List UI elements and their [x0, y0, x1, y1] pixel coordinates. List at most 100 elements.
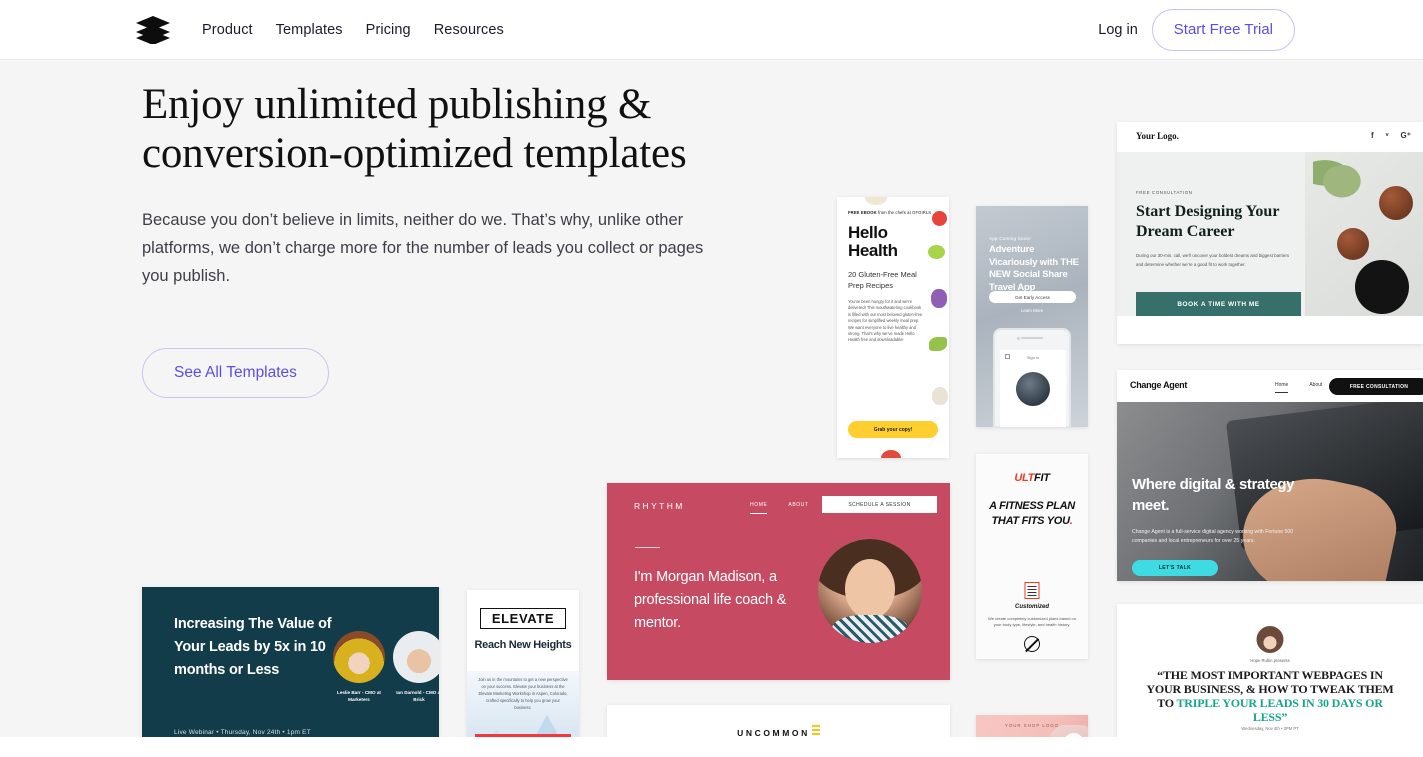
grapes-icon: [931, 289, 947, 308]
change-body: Change Agent is a full-service digital a…: [1132, 529, 1294, 544]
change-nav-about[interactable]: About: [1309, 382, 1322, 393]
template-card-uncommon-ramen[interactable]: UNCOMMON RAMEN ENTER FOR A CONTEST ENDS …: [607, 705, 950, 737]
change-agent-logo: Change Agent: [1130, 380, 1188, 390]
template-card-dream-career[interactable]: Your Logo. f ᵛ G⁺ FREE CONSULTATION Star…: [1117, 122, 1423, 344]
webinar-meta: Live Webinar • Thursday, Nov 24th • 1pm …: [174, 729, 311, 736]
pepper-icon: [929, 337, 947, 351]
avatar: [393, 631, 439, 683]
change-topbar: Change Agent Home About Team Contact FRE…: [1117, 370, 1423, 402]
nav-item-templates[interactable]: Templates: [276, 21, 343, 39]
career-kicker: FREE CONSULTATION: [1136, 190, 1193, 195]
ultfit-logo-first: ULT: [1014, 472, 1035, 484]
phone-notch-icon: [1021, 337, 1043, 339]
rhythm-nav-home[interactable]: HOME: [750, 502, 768, 514]
apple-icon: [932, 211, 947, 226]
template-card-travel-app[interactable]: App Coming Soon! Adventure Vicariously w…: [976, 206, 1088, 427]
rhythm-headline: I'm Morgan Madison, a professional life …: [634, 569, 787, 631]
pages-headline: “THE MOST IMPORTANT WEBPAGES IN YOUR BUS…: [1145, 668, 1395, 724]
document-icon: [1024, 582, 1040, 599]
no-symbol-icon: [1024, 636, 1040, 652]
pages-presenter: Hope Rubin presents: [1250, 658, 1290, 663]
travel-learn-more-link[interactable]: Learn More: [976, 308, 1088, 313]
ultfit-logo: ULTFIT: [976, 472, 1088, 484]
bowl-graphic: [1379, 186, 1413, 220]
change-consultation-button[interactable]: FREE CONSULTATION: [1329, 378, 1423, 395]
webinar-speaker-2: Ian Darnold - CMO at Brick: [393, 631, 439, 703]
plant-graphic: [1313, 156, 1371, 198]
dark-circle-graphic: [1355, 260, 1409, 314]
nav-item-pricing[interactable]: Pricing: [366, 21, 411, 39]
rhythm-logo: RHYTHM: [634, 501, 685, 511]
travel-title: Adventure Vicariously with THE NEW Socia…: [989, 244, 1079, 293]
facebook-icon[interactable]: f: [1371, 131, 1374, 140]
phone-mockup: Sign in: [993, 328, 1071, 427]
change-nav-home[interactable]: Home: [1275, 382, 1289, 393]
template-card-important-webpages[interactable]: Hope Rubin presents “THE MOST IMPORTANT …: [1117, 604, 1423, 737]
noodle-icon: [811, 725, 820, 737]
health-body: You’ve been hungry for it and we’re deli…: [848, 299, 923, 343]
header-actions: Log in Start Free Trial: [1098, 9, 1295, 51]
webinar-speaker-1: Leslie Barr - CMO at Marketers: [333, 631, 385, 703]
template-card-ult-fit[interactable]: ULTFIT A FITNESS PLAN THAT FITS YOU. Cus…: [976, 454, 1088, 659]
login-link[interactable]: Log in: [1098, 22, 1138, 38]
ultfit-feature-body: We create completely customized plans ba…: [988, 616, 1076, 627]
rhythm-portrait: [818, 539, 922, 643]
template-card-hello-health[interactable]: FREE EBOOK from the chefs at GFGIRLS Hel…: [837, 197, 949, 458]
elevate-headline: Reach New Heights: [474, 639, 572, 651]
ultfit-feature-title: Customized: [1014, 604, 1049, 610]
see-all-templates-button[interactable]: See All Templates: [142, 348, 329, 398]
ultfit-headline-text: A FITNESS PLAN THAT FITS YOU: [989, 500, 1075, 527]
template-card-rhythm[interactable]: RHYTHM HOME ABOUT SERVICES CONTACT SCHED…: [607, 483, 950, 680]
template-card-elevate[interactable]: ELEVATE Reach New Heights Join us in the…: [467, 590, 579, 737]
google-plus-icon[interactable]: G⁺: [1401, 131, 1411, 140]
change-headline: Where digital & strategy meet.: [1132, 476, 1295, 514]
career-logo: Your Logo.: [1136, 131, 1179, 141]
change-hero: Where digital & strategy meet. Change Ag…: [1117, 402, 1423, 581]
rhythm-divider: [635, 547, 660, 548]
elevate-logo: ELEVATE: [480, 608, 566, 629]
garlic-icon: [932, 387, 948, 405]
webinar-speaker-2-caption: Ian Darnold - CMO at Brick: [396, 690, 439, 702]
hero-section: Enjoy unlimited publishing & conversion-…: [0, 60, 1423, 737]
twitter-icon[interactable]: ᵛ: [1386, 131, 1389, 140]
ramen-logo-line1: UNCOMMON: [737, 728, 810, 737]
template-card-change-agent[interactable]: Change Agent Home About Team Contact FRE…: [1117, 370, 1423, 581]
pages-date: Wednesday, Nov 4th • 3PM PT: [1241, 726, 1299, 731]
layers-logo[interactable]: [136, 16, 170, 45]
hero-subtitle: Because you don’t believe in limits, nei…: [142, 211, 704, 285]
change-cta-button[interactable]: LET'S TALK: [1132, 560, 1218, 576]
rhythm-nav-about[interactable]: ABOUT: [788, 502, 808, 514]
primary-nav: Product Templates Pricing Resources: [202, 21, 504, 39]
nav-item-product[interactable]: Product: [202, 21, 253, 39]
career-hero: FREE CONSULTATION Start Designing Your D…: [1117, 152, 1423, 316]
onion-icon: [865, 197, 887, 205]
travel-cta-button[interactable]: Get Early Access: [989, 291, 1076, 303]
career-headline: Start Designing Your Dream Career: [1136, 203, 1280, 240]
avatar: [1256, 626, 1284, 653]
elevate-cta-button[interactable]: RESERVE MY SPOT: [475, 734, 571, 737]
health-cta-button[interactable]: Grab your copy!: [848, 421, 938, 438]
template-card-webinar-leads[interactable]: Increasing The Value of Your Leads by 5x…: [142, 587, 439, 737]
lime-icon: [928, 245, 945, 259]
hero-copy: Enjoy unlimited publishing & conversion-…: [142, 80, 762, 398]
career-body: During our 30-min. call, we’ll uncover y…: [1136, 253, 1290, 267]
career-topbar: Your Logo. f ᵛ G⁺: [1117, 122, 1423, 152]
health-subtitle: 20 Gluten-Free Meal Prep Recipes: [848, 270, 917, 290]
career-photo: [1305, 152, 1423, 316]
health-kicker-bold: FREE EBOOK: [848, 210, 877, 215]
avatar: [333, 631, 385, 683]
ultfit-headline-dot: .: [1069, 515, 1073, 527]
elevate-body: Join us in the mountains to get a new pe…: [478, 677, 568, 710]
webinar-headline: Increasing The Value of Your Leads by 5x…: [174, 616, 332, 678]
health-kicker-rest: from the chefs at GFGIRLS: [876, 210, 932, 215]
career-cta-button[interactable]: BOOK A TIME WITH ME: [1136, 292, 1301, 316]
page-title: Enjoy unlimited publishing & conversion-…: [142, 81, 687, 177]
phone-screen: Sign in: [1000, 350, 1066, 427]
template-card-shop-opening[interactable]: YOUR SHOP LOGO Get ready. We’re opening …: [976, 715, 1088, 737]
nav-item-resources[interactable]: Resources: [434, 21, 504, 39]
rhythm-schedule-button[interactable]: SCHEDULE A SESSION: [822, 496, 937, 513]
start-free-trial-button[interactable]: Start Free Trial: [1151, 9, 1295, 51]
bowl-graphic: [1337, 228, 1369, 260]
career-social-links: f ᵛ G⁺: [1371, 131, 1411, 140]
pages-headline-highlight: TRIPLE YOUR LEADS IN 30 DAYS OR LESS”: [1176, 696, 1383, 724]
